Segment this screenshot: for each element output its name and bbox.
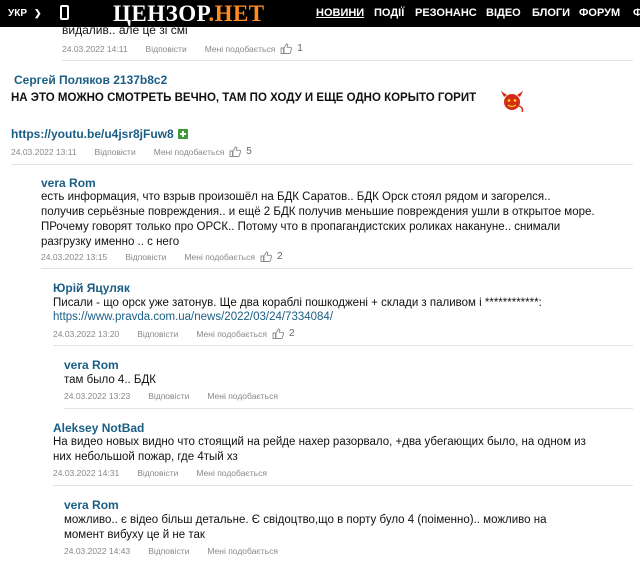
nav-item-forum[interactable]: ФОРУМ xyxy=(579,0,620,27)
nav-item-news[interactable]: НОВИНИ xyxy=(316,0,364,27)
like-count: 1 xyxy=(297,43,303,54)
comment-divider xyxy=(41,268,633,269)
reply-button[interactable]: Відповісти xyxy=(137,329,178,339)
comment-date: 24.03.2022 13:15 xyxy=(41,251,108,262)
comment-divider xyxy=(64,408,633,409)
comment-author[interactable]: vera Rom xyxy=(64,358,119,372)
reply-button[interactable]: Відповісти xyxy=(148,391,189,401)
comment-author[interactable]: vera Rom xyxy=(41,176,96,190)
thumbs-up-icon[interactable] xyxy=(229,146,242,157)
reply-button[interactable]: Відповісти xyxy=(148,546,189,556)
like-button[interactable]: Мені подобається xyxy=(196,329,267,339)
comment-meta: 24.03.2022 14:31 Відповісти Мені подобає… xyxy=(53,468,267,478)
comment-date: 24.03.2022 13:20 xyxy=(53,328,120,339)
comment-date: 24.03.2022 14:43 xyxy=(64,546,131,556)
reply-button[interactable]: Відповісти xyxy=(95,147,136,157)
reply-button[interactable]: Відповісти xyxy=(137,468,178,478)
reply-button[interactable]: Відповісти xyxy=(146,44,187,54)
thumbs-up-icon[interactable] xyxy=(272,328,284,339)
youtube-link-text[interactable]: https://youtu.be/u4jsr8jFuw8 xyxy=(11,127,174,141)
comment-text: На видео новых видно что стоящий на рейд… xyxy=(53,436,586,463)
comment-author[interactable]: Сергей Поляков 2137b8c2 xyxy=(14,73,167,87)
comment-date: 24.03.2022 13:11 xyxy=(11,146,77,157)
comment-meta: 24.03.2022 14:11 Відповісти Мені подобає… xyxy=(62,43,303,54)
like-count: 2 xyxy=(276,251,283,262)
comment-date: 24.03.2022 13:23 xyxy=(64,391,131,401)
comment-divider xyxy=(53,345,633,346)
comment-meta: 24.03.2022 13:20 Відповісти Мені подобає… xyxy=(53,328,295,339)
comment-divider xyxy=(11,164,633,165)
like-button[interactable]: Мені подобається xyxy=(205,44,276,54)
like-count: 5 xyxy=(246,146,252,157)
comment-link[interactable]: https://www.pravda.com.ua/news/2022/03/2… xyxy=(53,310,333,325)
nav-item-video[interactable]: ВІДЕО xyxy=(486,0,521,27)
comment-link[interactable]: https://youtu.be/u4jsr8jFuw8 xyxy=(11,127,188,141)
language-label: УКР xyxy=(8,8,27,19)
nav-item-resonance[interactable]: РЕЗОНАНС xyxy=(415,0,477,27)
comment-date: 24.03.2022 14:31 xyxy=(53,468,120,478)
comment-divider xyxy=(53,485,633,486)
like-button[interactable]: Мені подобається xyxy=(207,391,278,401)
comment-meta: 24.03.2022 14:43 Відповісти Мені подобає… xyxy=(64,546,278,556)
plus-icon[interactable] xyxy=(177,129,188,139)
nav-item-blogs[interactable]: БЛОГИ xyxy=(532,0,570,27)
like-button[interactable]: Мені подобається xyxy=(196,468,267,478)
comment-meta: 24.03.2022 13:11 Відповісти Мені подобає… xyxy=(11,146,252,157)
nav-item-events[interactable]: ПОДІЇ xyxy=(374,0,404,27)
chevron-down-icon: ❯ xyxy=(34,8,42,18)
comment-author[interactable]: vera Rom xyxy=(64,498,119,512)
comment-divider xyxy=(62,60,633,61)
like-count: 2 xyxy=(288,328,295,339)
thumbs-up-icon[interactable] xyxy=(260,251,272,262)
comment-text: есть информация, что взрыв произошёл на … xyxy=(41,191,595,248)
comment-text: Писали - що орск уже затонув. Ще два кор… xyxy=(53,297,542,309)
language-switcher[interactable]: УКР ❯ xyxy=(8,0,42,27)
thumbs-up-icon[interactable] xyxy=(280,43,293,54)
devil-emoticon-icon xyxy=(501,91,524,113)
nav-item-more[interactable]: Ф xyxy=(633,0,640,27)
comment-text: НА ЭТО МОЖНО СМОТРЕТЬ ВЕЧНО, ТАМ ПО ХОДУ… xyxy=(11,92,477,104)
comment-author[interactable]: Юрій Яцуляк xyxy=(53,281,130,295)
comment-date: 24.03.2022 14:11 xyxy=(62,43,128,54)
comment-text: там было 4.. БДК xyxy=(64,374,156,386)
comment-meta: 24.03.2022 13:15 Відповісти Мені подобає… xyxy=(41,251,283,262)
comment-author[interactable]: Aleksey NotBad xyxy=(53,421,144,435)
comment-text: видалив.. але це зі смі xyxy=(62,23,188,37)
like-button[interactable]: Мені подобається xyxy=(207,546,278,556)
comment-text: можливо.. є відео більш детальне. Є свід… xyxy=(64,514,547,541)
like-button[interactable]: Мені подобається xyxy=(154,147,225,157)
mobile-icon[interactable] xyxy=(60,5,69,20)
logo-part-2: НЕТ xyxy=(214,1,265,26)
reply-button[interactable]: Відповісти xyxy=(125,252,166,262)
like-button[interactable]: Мені подобається xyxy=(184,252,255,262)
comment-meta: 24.03.2022 13:23 Відповісти Мені подобає… xyxy=(64,391,278,401)
